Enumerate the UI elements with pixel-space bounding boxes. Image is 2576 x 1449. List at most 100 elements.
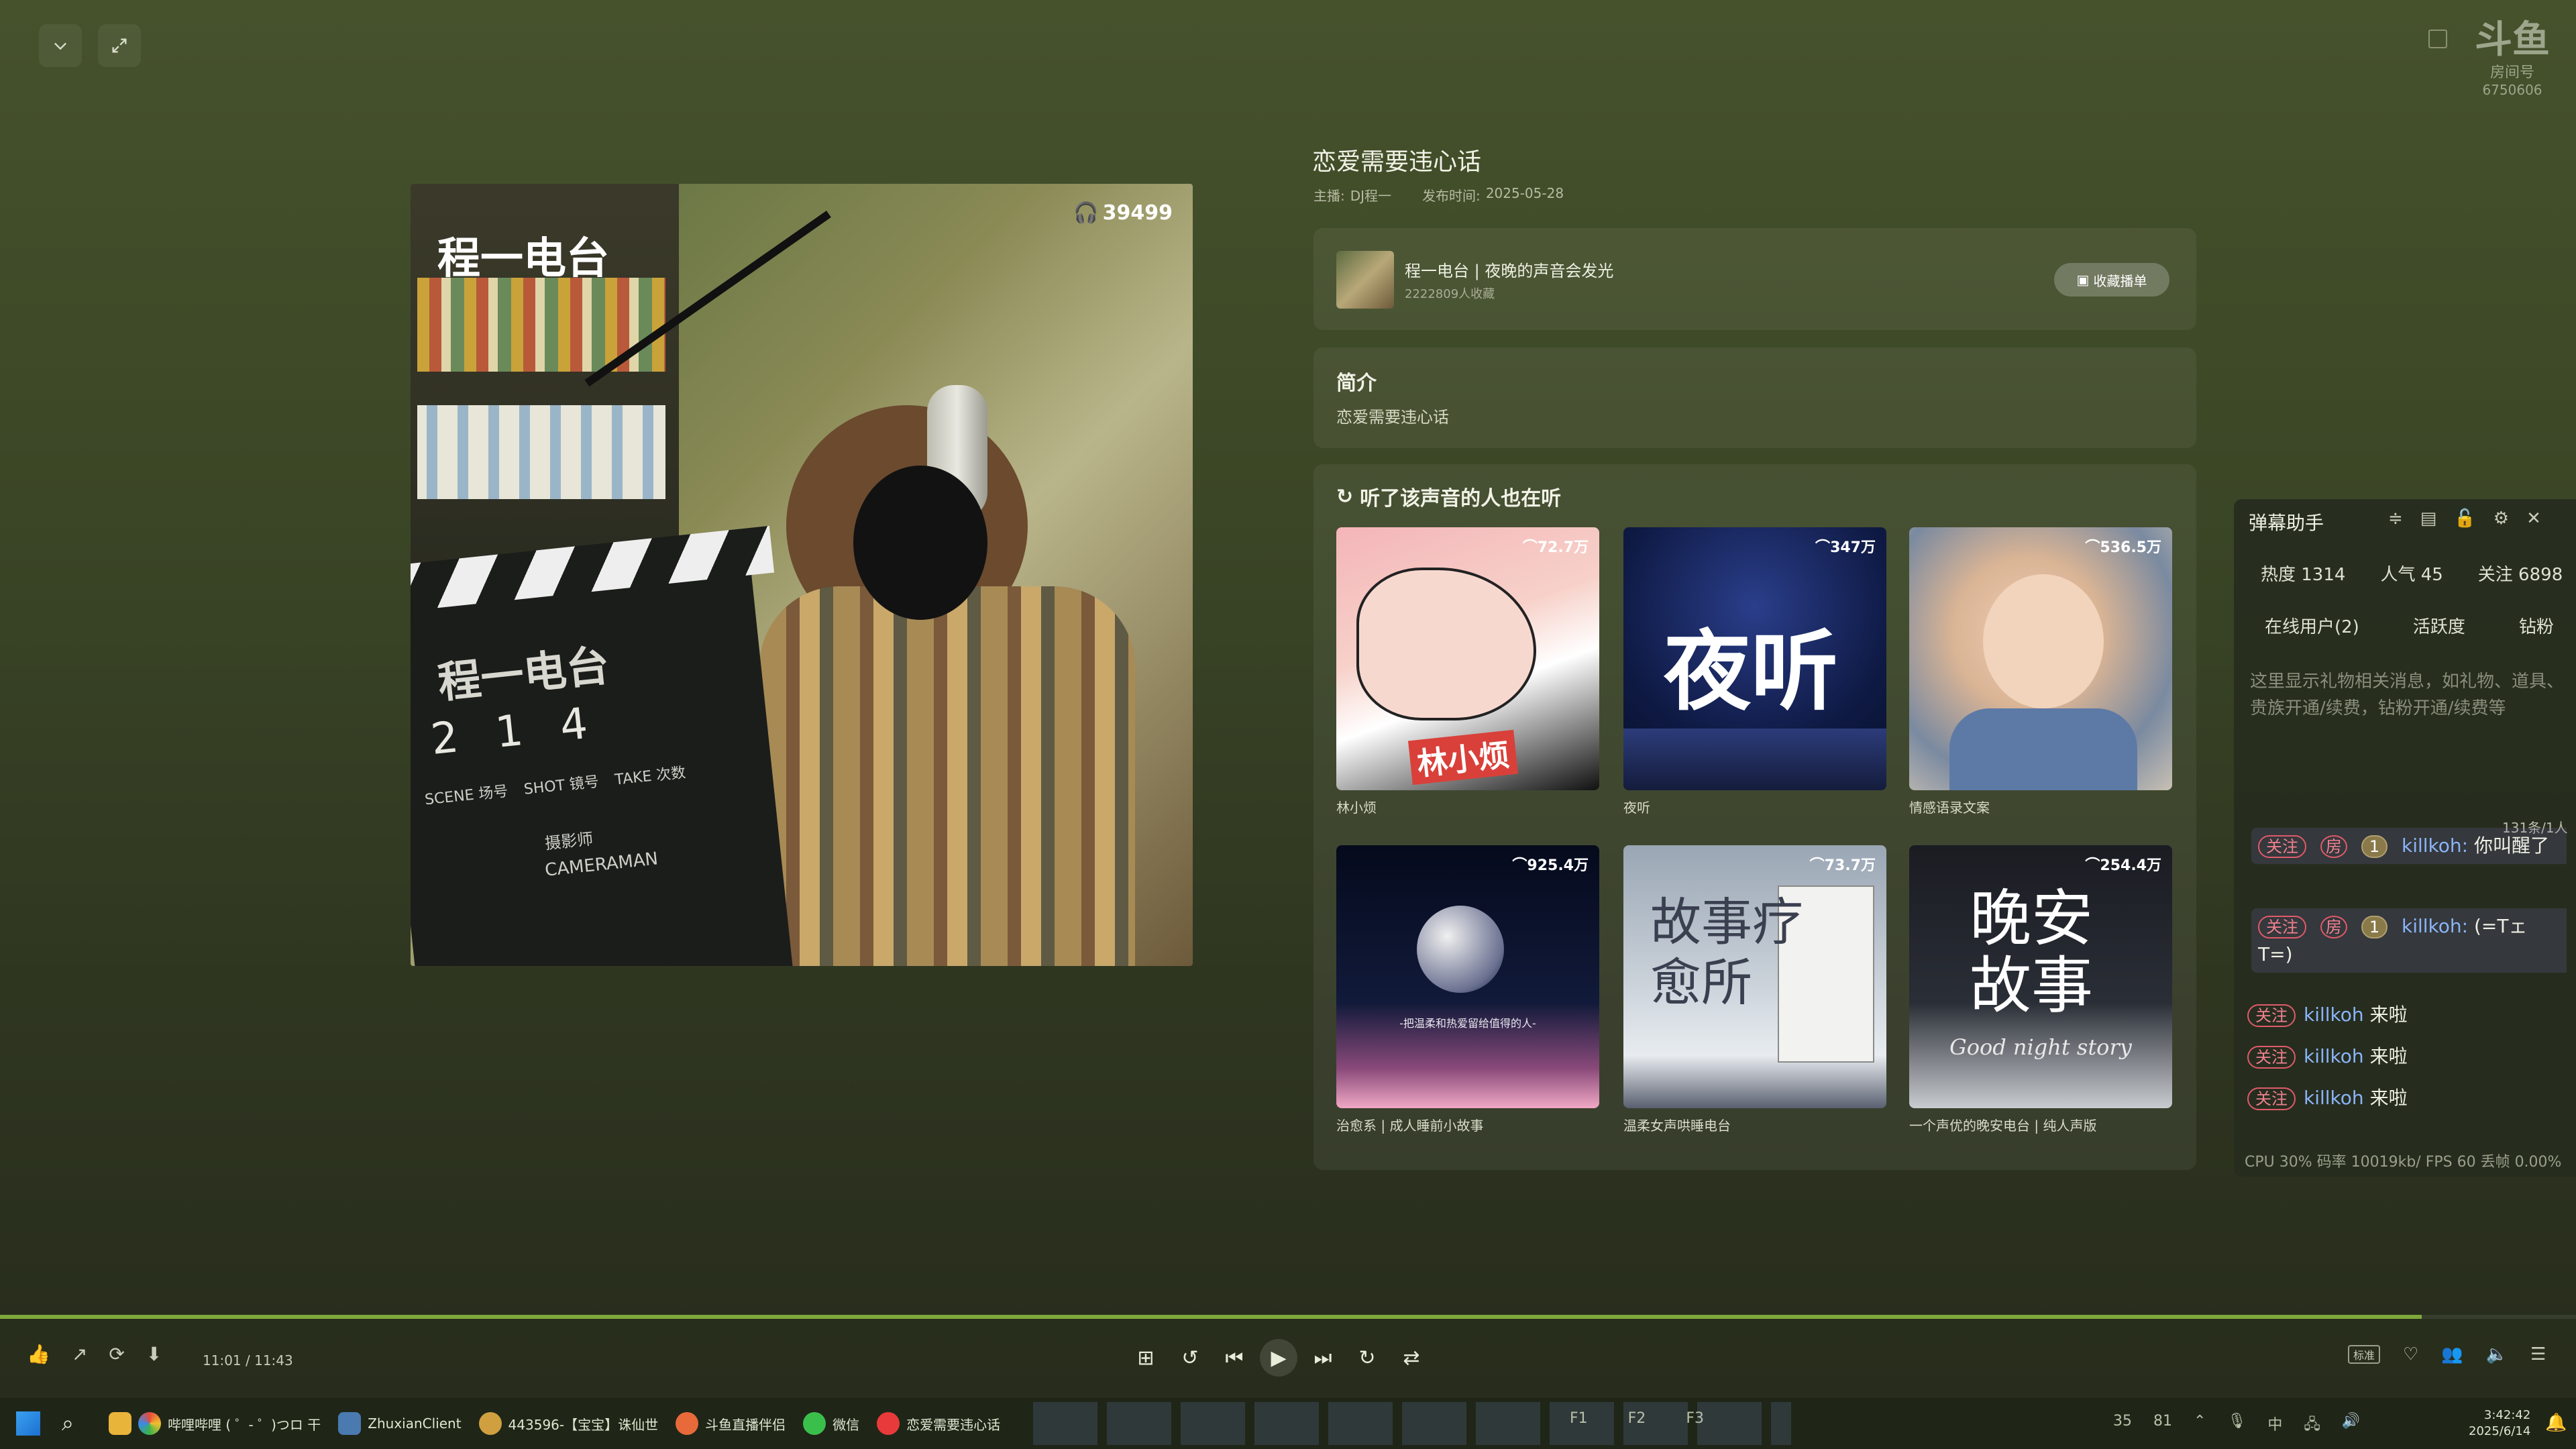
chat-message[interactable]: 关注 房 1 killkoh: 你叫醒了 — [2251, 828, 2567, 864]
follow-badge: 关注 — [2258, 916, 2306, 938]
network-icon[interactable]: 🖧 — [2304, 1413, 2320, 1438]
enter-text: 来啦 — [2369, 1087, 2408, 1109]
lock-icon[interactable]: 🔓 — [2454, 508, 2475, 529]
cover-play-count-value: 39499 — [1102, 201, 1173, 225]
album-subscribers: 2222809人收藏 — [1405, 287, 1495, 301]
taskbar-app-label: 微信 — [833, 1416, 860, 1433]
key-f3: F3 — [1686, 1410, 1704, 1427]
share-icon[interactable]: ↗ — [72, 1343, 87, 1365]
tab-diamond-fans[interactable]: 钻粉 — [2519, 613, 2554, 638]
rewind-15-button[interactable]: ↺ — [1171, 1339, 1209, 1377]
recommend-card[interactable]: -把温柔和热爱留给值得的人- ⌒925.4万 治愈系 | 成人睡前小故事 — [1336, 845, 1599, 1134]
recommend-card[interactable]: 林小烦 ⌒72.7万 林小烦 — [1336, 527, 1599, 816]
card-cover: 晚安故事 Good night story ⌒254.4万 — [1909, 845, 2172, 1108]
mic-icon[interactable]: 🎙 — [2227, 1413, 2246, 1438]
quality-button[interactable]: 标准 — [2348, 1345, 2381, 1364]
forward-15-button[interactable]: ↻ — [1348, 1339, 1386, 1377]
recommend-heading: 听了该声音的人也在听 — [1360, 487, 1562, 511]
folder-icon — [109, 1412, 131, 1435]
recommend-card[interactable]: 晚安故事 Good night story ⌒254.4万 一个声优的晚安电台 … — [1909, 845, 2172, 1134]
host-label: 主播: — [1313, 188, 1345, 204]
settings-icon[interactable]: ⚙ — [2493, 508, 2509, 529]
key-f1: F1 — [1570, 1410, 1588, 1427]
danmu-assistant-panel: 弹幕助手 ≑ ▤ 🔓 ⚙ ✕ 热度 1314 人气 45 关注 6898 在线用… — [2234, 499, 2576, 1177]
host-name[interactable]: DJ程一 — [1350, 185, 1391, 205]
speaker-icon[interactable]: 🔊 — [2342, 1413, 2360, 1438]
album-card[interactable]: 程一电台 | 夜晚的声音会发光 2222809人收藏 ▣ 收藏播单 — [1313, 228, 2196, 330]
taskbar-app[interactable]: ZhuxianClient — [338, 1398, 462, 1449]
ime-indicator[interactable]: 中 — [2267, 1413, 2282, 1438]
play-icon: ▶ — [1271, 1346, 1287, 1370]
watermark-sub: 房间号 — [2489, 64, 2534, 81]
clock[interactable]: 3:42:42 2025/6/14 — [2469, 1407, 2530, 1440]
taskbar-app-label: 哔哩哔哩 ( ゜- ゜)つロ 干 — [168, 1416, 321, 1433]
bookmark-icon: ▣ — [2076, 272, 2090, 288]
gift-icon[interactable]: ♡ — [2403, 1344, 2418, 1364]
close-icon[interactable]: ✕ — [2526, 508, 2541, 529]
date-label: 发布时间: — [1422, 188, 1481, 204]
playlist-icon[interactable]: ☰ — [2530, 1344, 2546, 1364]
chat-username[interactable]: killkoh: — [2402, 915, 2468, 937]
recommend-card[interactable]: ⌒536.5万 情感语录文案 — [1909, 527, 2172, 816]
taskbar-app-label: 斗鱼直播伴侣 — [705, 1416, 786, 1433]
filter-icon[interactable]: ≑ — [2388, 508, 2403, 529]
card-title: 温柔女声哄睡电台 — [1623, 1118, 1731, 1134]
previous-button[interactable]: ⏮ — [1216, 1339, 1253, 1377]
intro-panel: 简介 恋爱需要违心话 — [1313, 347, 2196, 448]
card-cover: 故事疗愈所 ⌒73.7万 — [1623, 845, 1886, 1108]
recommend-panel: ↻ 听了该声音的人也在听 林小烦 ⌒72.7万 林小烦 夜听 ⌒347万 夜听 ⌒… — [1313, 464, 2196, 1170]
card-overlay-text: 晚安故事 — [1970, 883, 2094, 1022]
taskbar-app[interactable]: 恋爱需要违心话 — [877, 1398, 1000, 1449]
users-icon[interactable]: 👥 — [2441, 1344, 2463, 1364]
taskbar-app[interactable]: 斗鱼直播伴侣 — [676, 1398, 786, 1449]
card-cover: 夜听 ⌒347万 — [1623, 527, 1886, 790]
card-play-count: ⌒536.5万 — [2085, 539, 2161, 556]
publish-date: 2025-05-28 — [1485, 185, 1564, 201]
recommend-card[interactable]: 故事疗愈所 ⌒73.7万 温柔女声哄睡电台 — [1623, 845, 1886, 1134]
chat-username[interactable]: killkoh: — [2402, 835, 2468, 857]
taskbar-app-label: ZhuxianClient — [368, 1415, 462, 1432]
enter-username[interactable]: killkoh — [2304, 1045, 2364, 1067]
player-bar: 👍 ↗ ⟳ ⬇ 11:01 / 11:43 ⊞ ↺ ⏮ ▶ ⏭ ↻ ⇄ 标准 ♡… — [0, 1319, 2576, 1398]
next-button[interactable]: ⏭ — [1304, 1339, 1342, 1377]
wechat-icon — [803, 1412, 826, 1435]
collect-playlist-button[interactable]: ▣ 收藏播单 — [2054, 263, 2169, 297]
fullscreen-button[interactable] — [98, 24, 141, 67]
notification-icon[interactable]: 🔔 — [2545, 1413, 2567, 1433]
chat-message[interactable]: 关注 房 1 killkoh: (=Tェ T=) — [2251, 908, 2567, 973]
add-to-playlist-button[interactable]: ⊞ — [1127, 1339, 1165, 1377]
taskbar-app[interactable]: 哔哩哔哩 ( ゜- ゜)つロ 干 — [109, 1398, 321, 1449]
enter-notice: 关注 killkoh 来啦 — [2247, 994, 2569, 1036]
enter-username[interactable]: killkoh — [2304, 1087, 2364, 1109]
tab-activity[interactable]: 活跃度 — [2413, 613, 2465, 638]
danmu-message-list: 关注 房 1 killkoh: 你叫醒了 关注 房 1 killkoh: (=T… — [2251, 828, 2567, 975]
douyu-icon — [676, 1412, 699, 1435]
tray-value: 81 — [2153, 1413, 2172, 1430]
collapse-button[interactable] — [39, 24, 82, 67]
player-controls: ⊞ ↺ ⏮ ▶ ⏭ ↻ ⇄ — [1127, 1339, 1430, 1377]
play-mode-button[interactable]: ⇄ — [1393, 1339, 1430, 1377]
album-name: 程一电台 | 夜晚的声音会发光 — [1405, 262, 1614, 280]
notes-icon[interactable]: ▤ — [2420, 508, 2437, 529]
taskbar-app-label: 恋爱需要违心话 — [906, 1416, 1001, 1433]
taskbar-app[interactable]: 443596-【宝宝】诛仙世 — [478, 1398, 658, 1449]
refresh-icon[interactable]: ↻ — [1336, 485, 1353, 508]
mini-window-icon[interactable] — [2428, 30, 2447, 48]
taskbar-app[interactable]: 微信 — [803, 1398, 859, 1449]
volume-icon[interactable]: 🔈 — [2486, 1344, 2508, 1364]
follow-badge: 关注 — [2258, 835, 2306, 858]
card-overlay-text: 夜听 — [1664, 620, 1839, 722]
enter-username[interactable]: killkoh — [2304, 1004, 2364, 1026]
play-button[interactable]: ▶ — [1260, 1339, 1297, 1377]
chevron-up-icon[interactable]: ⌃ — [2194, 1413, 2206, 1438]
windows-start-icon[interactable] — [16, 1411, 40, 1436]
game-keys: F1 F2 F3 — [1570, 1410, 1704, 1427]
client-icon — [338, 1412, 362, 1435]
card-overlay-text: 故事疗愈所 — [1650, 892, 1803, 1012]
tab-online-users[interactable]: 在线用户(2) — [2265, 613, 2359, 638]
like-icon[interactable]: 👍 — [27, 1343, 50, 1365]
recommend-card[interactable]: 夜听 ⌒347万 夜听 — [1623, 527, 1886, 816]
repost-icon[interactable]: ⟳ — [109, 1343, 124, 1365]
download-icon[interactable]: ⬇ — [146, 1343, 162, 1365]
search-icon[interactable]: ⌕ — [62, 1410, 74, 1436]
